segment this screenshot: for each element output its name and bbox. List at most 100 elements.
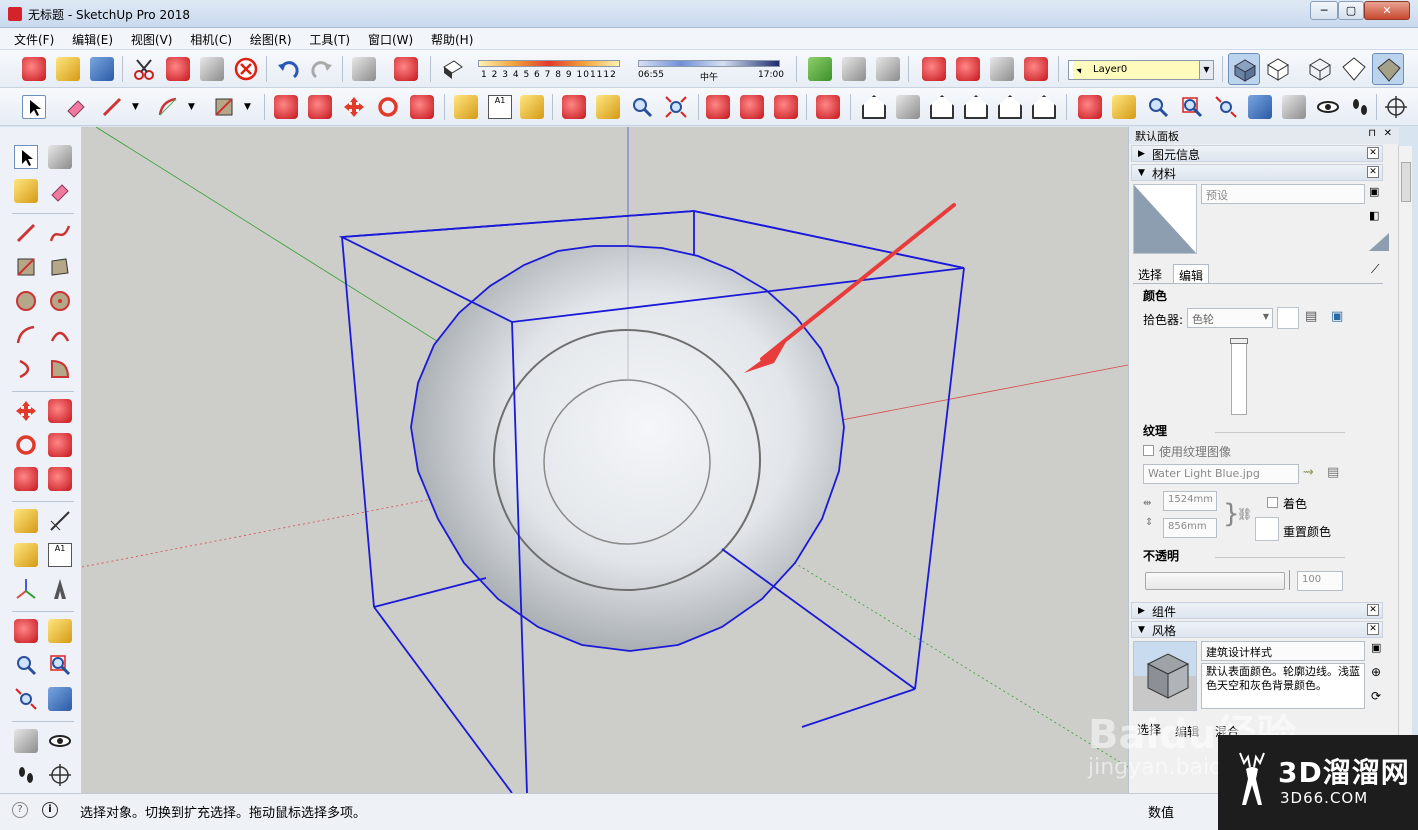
info-icon[interactable]: i: [42, 802, 58, 818]
orbit-camera-icon[interactable]: [1078, 95, 1102, 119]
menu-view[interactable]: 视图(V): [123, 28, 179, 48]
lock-aspect-icon[interactable]: ⛓: [1237, 507, 1252, 521]
tray-close-button[interactable]: ✕: [1384, 128, 1392, 139]
pan-tool-icon[interactable]: [48, 619, 72, 643]
zoom-tool-icon[interactable]: [630, 95, 654, 119]
material-name-field[interactable]: 预设: [1201, 184, 1365, 204]
right-view-icon[interactable]: [964, 95, 988, 119]
chevron-down-icon[interactable]: ▼: [132, 102, 139, 112]
shaded-style-button[interactable]: [1372, 53, 1404, 85]
redo-icon[interactable]: [310, 57, 334, 81]
scale-tool-icon[interactable]: [410, 95, 434, 119]
texture-file-field[interactable]: Water Light Blue.jpg: [1143, 464, 1299, 484]
xray-style-button[interactable]: [1228, 53, 1260, 85]
position-camera-icon[interactable]: [14, 729, 38, 753]
materials-header[interactable]: ▼ 材料 ✕: [1131, 164, 1383, 181]
rotate-tool-icon[interactable]: [14, 433, 38, 457]
warehouse-get-models-icon[interactable]: [706, 95, 730, 119]
3d-warehouse-icon[interactable]: [922, 57, 946, 81]
texture-width-field[interactable]: 1524mm: [1163, 491, 1217, 511]
chevron-down-icon[interactable]: ▼: [244, 102, 251, 112]
left-view-icon[interactable]: [1032, 95, 1056, 119]
photo-texture-icon[interactable]: [876, 57, 900, 81]
line-tool-icon[interactable]: [100, 95, 124, 119]
match-model-color-icon[interactable]: ▤: [1305, 309, 1317, 324]
pin-icon[interactable]: ⊓: [1368, 128, 1376, 139]
color-swatch[interactable]: [1277, 307, 1299, 329]
tab-edit[interactable]: 编辑: [1173, 264, 1210, 284]
select-tool-icon[interactable]: [14, 145, 38, 169]
text-tool-icon[interactable]: A1: [48, 543, 72, 567]
create-style-icon[interactable]: ▣: [1371, 641, 1381, 654]
reset-color-swatch[interactable]: [1255, 517, 1279, 541]
cut-icon[interactable]: [132, 57, 156, 81]
look-around-eye-icon[interactable]: [48, 729, 72, 753]
move-tool-icon[interactable]: [342, 95, 366, 119]
dimension-tool-icon[interactable]: [48, 509, 72, 533]
use-texture-checkbox[interactable]: [1143, 445, 1154, 456]
eraser-tool-icon[interactable]: [64, 95, 88, 119]
close-icon[interactable]: ✕: [1367, 147, 1379, 159]
previous-view-icon[interactable]: [48, 687, 72, 711]
rectangle-tool-icon[interactable]: [212, 95, 236, 119]
make-component-icon[interactable]: [48, 145, 72, 169]
select-tool-icon[interactable]: [22, 95, 46, 119]
axes-tool-icon[interactable]: [14, 577, 38, 601]
default-material-icon[interactable]: [1369, 233, 1389, 251]
zoom-extents-tool-icon[interactable]: [664, 95, 688, 119]
colorize-checkbox[interactable]: [1267, 497, 1278, 508]
edit-texture-icon[interactable]: ▤: [1327, 465, 1339, 480]
pan-camera-icon[interactable]: [1112, 95, 1136, 119]
pie-tool-icon[interactable]: [48, 357, 72, 381]
3d-text-tool-icon[interactable]: [48, 577, 72, 601]
orbit-tool-icon[interactable]: [562, 95, 586, 119]
menu-help[interactable]: 帮助(H): [423, 28, 479, 48]
save-icon[interactable]: [90, 57, 114, 81]
match-screen-color-icon[interactable]: ▣: [1331, 309, 1343, 324]
scale-tool-icon[interactable]: [14, 467, 38, 491]
tape-measure-tool-icon[interactable]: [454, 95, 478, 119]
walk-footprints-icon[interactable]: [1348, 95, 1372, 119]
tape-measure-tool-icon[interactable]: [14, 509, 38, 533]
zoom-extents-camera-icon[interactable]: [1214, 95, 1238, 119]
line-tool-icon[interactable]: [14, 221, 38, 245]
top-view-icon[interactable]: [896, 95, 920, 119]
open-folder-icon[interactable]: [56, 57, 80, 81]
axes-tool-icon[interactable]: [1384, 95, 1408, 119]
geo-location-status-icon[interactable]: ?: [12, 802, 28, 818]
chevron-down-icon[interactable]: ▼: [188, 102, 195, 112]
previous-view-icon[interactable]: [1248, 95, 1272, 119]
menu-edit[interactable]: 编辑(E): [64, 28, 119, 48]
offset-tool-icon[interactable]: [308, 95, 332, 119]
protractor-tool-icon[interactable]: [14, 543, 38, 567]
close-icon[interactable]: ✕: [1367, 604, 1379, 616]
shadows-toggle-icon[interactable]: [440, 57, 464, 81]
model-info-icon[interactable]: [394, 57, 418, 81]
copy-icon[interactable]: [166, 57, 190, 81]
warehouse-share-icon[interactable]: [740, 95, 764, 119]
zoom-window-icon[interactable]: [48, 653, 72, 677]
ruby-console-icon[interactable]: [816, 95, 840, 119]
move-tool-icon[interactable]: [14, 399, 38, 423]
shadow-time-slider[interactable]: [638, 60, 780, 67]
shadow-month-slider[interactable]: [478, 60, 620, 67]
rotated-rectangle-tool-icon[interactable]: [48, 255, 72, 279]
menu-camera[interactable]: 相机(C): [182, 28, 238, 48]
circle-tool-icon[interactable]: [14, 289, 38, 313]
zoom-camera-icon[interactable]: [1146, 95, 1170, 119]
tab-select[interactable]: 选择: [1133, 264, 1167, 284]
wireframe-style-button[interactable]: [1304, 53, 1336, 85]
rotate-tool-icon[interactable]: [376, 95, 400, 119]
position-camera-icon[interactable]: [1282, 95, 1306, 119]
text-tool-icon[interactable]: A1: [488, 95, 512, 119]
paint-bucket-icon[interactable]: [14, 179, 38, 203]
new-file-icon[interactable]: [22, 57, 46, 81]
walk-footprints-icon[interactable]: [14, 763, 38, 787]
rectangle-tool-icon[interactable]: [14, 255, 38, 279]
iso-view-icon[interactable]: [862, 95, 886, 119]
zoom-tool-icon[interactable]: [14, 653, 38, 677]
menu-window[interactable]: 窗口(W): [360, 28, 419, 48]
orbit-tool-icon[interactable]: [14, 619, 38, 643]
update-style-icon[interactable]: ⊕: [1371, 665, 1381, 679]
close-icon[interactable]: ✕: [1367, 623, 1379, 635]
